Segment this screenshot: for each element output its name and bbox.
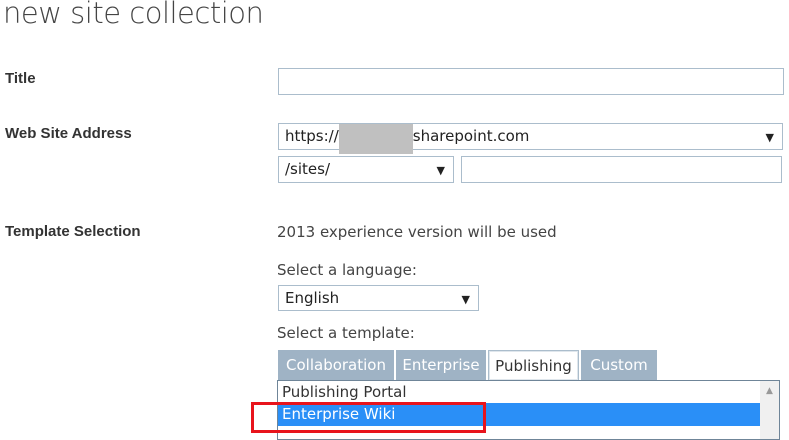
chevron-down-icon: ▼ (436, 164, 445, 177)
page-title: new site collection (3, 0, 264, 30)
scrollbar[interactable]: ▲ (760, 381, 779, 439)
version-note: 2013 experience version will be used (277, 223, 557, 241)
language-value: English (285, 289, 340, 307)
tab-enterprise[interactable]: Enterprise (396, 350, 486, 380)
language-label: Select a language: (277, 261, 417, 279)
chevron-down-icon: ▼ (461, 293, 470, 306)
scroll-up-icon[interactable]: ▲ (760, 386, 779, 396)
tab-custom[interactable]: Custom (581, 350, 657, 380)
language-select[interactable]: English ▼ (278, 285, 479, 311)
site-name-input[interactable] (461, 156, 782, 183)
domain-select[interactable]: https:// sharepoint.com ▼ (278, 123, 783, 154)
path-select[interactable]: /sites/ ▼ (278, 156, 454, 183)
chevron-down-icon: ▼ (765, 131, 774, 144)
title-label: Title (5, 70, 36, 87)
template-label: Select a template: (277, 324, 415, 342)
tab-publishing[interactable]: Publishing (488, 350, 579, 380)
title-input[interactable] (278, 68, 784, 95)
redacted-block (338, 124, 413, 154)
template-selection-label: Template Selection (5, 223, 141, 240)
domain-suffix: sharepoint.com (412, 127, 530, 145)
web-address-label: Web Site Address (5, 125, 132, 142)
path-value: /sites/ (285, 160, 331, 178)
domain-prefix: https:// (285, 127, 339, 145)
highlight-box (251, 402, 486, 433)
list-item[interactable]: Publishing Portal (278, 381, 779, 403)
tab-collaboration[interactable]: Collaboration (278, 350, 394, 380)
